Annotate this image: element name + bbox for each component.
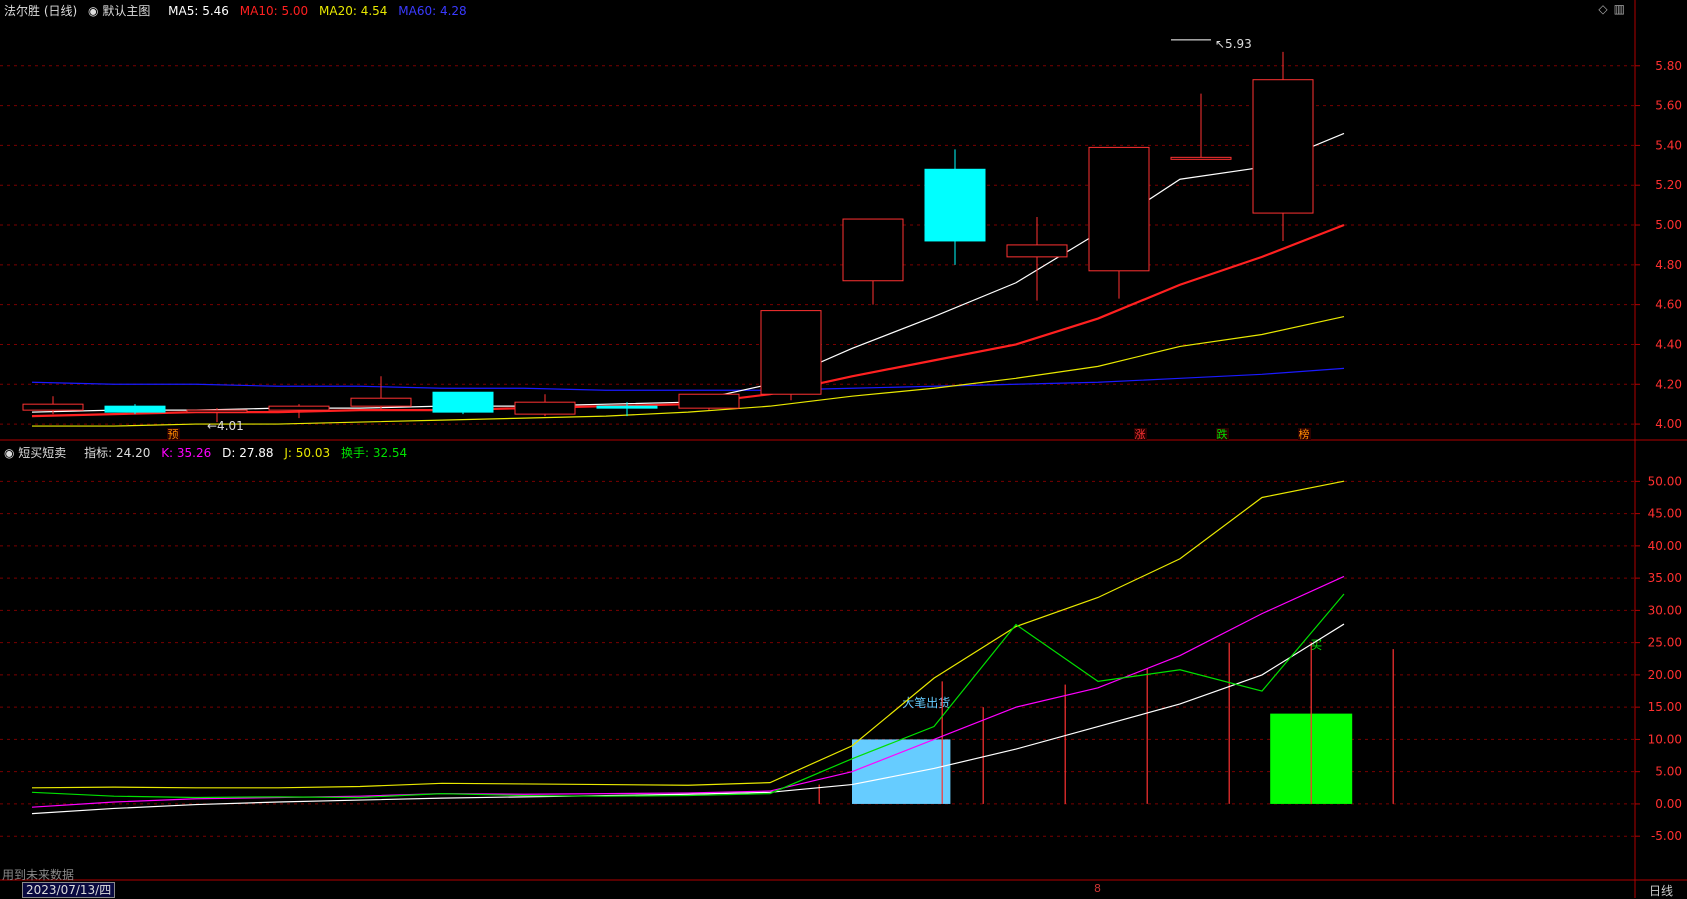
candle-body-up: [514, 401, 576, 415]
price-y-tick-label: 4.00: [1655, 417, 1682, 431]
candle: [1006, 217, 1068, 301]
diamond-icon[interactable]: ◇: [1598, 2, 1607, 16]
candle-body-up: [678, 393, 740, 409]
indicator-y-tick-label: 15.00: [1648, 700, 1682, 714]
candle-body-down: [596, 405, 658, 409]
price-y-tick-label: 5.20: [1655, 178, 1682, 192]
future-data-note: 用到未来数据: [2, 868, 75, 882]
k-value: K: 35.26: [161, 446, 212, 460]
candle-body-up: [268, 405, 330, 411]
candle-body-up: [842, 218, 904, 282]
annotation-label: ↖5.93: [1215, 37, 1252, 51]
candle-body-up: [1170, 156, 1232, 160]
price-y-tick-label: 4.80: [1655, 258, 1682, 272]
candle-body-up: [350, 397, 412, 407]
signal-bar-label: 买: [1310, 638, 1322, 652]
signal-marker: 涨: [1135, 428, 1146, 441]
turnover-value: 换手: 32.54: [340, 446, 408, 460]
candle-body-up: [22, 403, 84, 411]
indicator-y-tick-label: 25.00: [1648, 636, 1682, 650]
annotation-label: ←4.01: [207, 419, 244, 433]
candle: [350, 376, 412, 411]
ma5-value: MA5: 5.46: [168, 4, 229, 18]
signal-marker: 跌: [1217, 427, 1228, 441]
indicator-name: 短买短卖: [18, 446, 67, 460]
ma60-value: MA60: 4.28: [398, 4, 467, 18]
indicator-y-tick-label: 30.00: [1648, 603, 1682, 617]
price-y-tick-label: 5.40: [1655, 138, 1682, 152]
stock-title[interactable]: 法尔胜 (日线): [4, 4, 77, 18]
signal-bar: [852, 739, 951, 804]
candle: [432, 391, 494, 415]
candle: [514, 394, 576, 417]
candle: [842, 218, 904, 305]
candle: [1252, 51, 1314, 241]
indicator-y-tick-label: 45.00: [1648, 507, 1682, 521]
signal-marker: 榜: [1299, 427, 1310, 441]
indicator-y-tick-label: 50.00: [1648, 474, 1682, 488]
indicator-y-tick-label: 10.00: [1648, 732, 1682, 746]
indicator-header: ◉ 短买短卖 指标: 24.20 K: 35.26 D: 27.88 J: 50…: [4, 444, 414, 461]
indicator-y-tick-label: 5.00: [1655, 765, 1682, 779]
price-y-tick-label: 5.00: [1655, 218, 1682, 232]
candle-body-down: [432, 391, 494, 413]
template-label: 默认主图: [102, 4, 151, 18]
indicator-y-tick-label: 0.00: [1655, 797, 1682, 811]
candle: [1088, 146, 1150, 299]
price-y-tick-label: 5.80: [1655, 59, 1682, 73]
candle: [104, 404, 166, 415]
signal-marker: 预: [168, 428, 179, 441]
price-annotation: ←4.01: [207, 419, 244, 433]
ma20-value: MA20: 4.54: [319, 4, 388, 18]
template-dropdown[interactable]: ◉ 默认主图: [88, 4, 157, 18]
indicator-dropdown[interactable]: ◉ 短买短卖: [4, 446, 73, 460]
signal-bar-label: 大笔出货: [902, 695, 950, 710]
ma60-line: [31, 367, 1345, 391]
candle: [924, 149, 986, 265]
j-value: J: 50.03: [284, 446, 331, 460]
period-tab[interactable]: 日线: [1649, 882, 1673, 899]
price-y-tick-label: 4.20: [1655, 377, 1682, 391]
ma10-value: MA10: 5.00: [239, 4, 309, 18]
candle: [1170, 93, 1232, 160]
d-value: D: 27.88: [222, 446, 274, 460]
window-controls: ◇ ▥: [1592, 2, 1625, 16]
indicator-y-tick-label: -5.00: [1651, 829, 1682, 843]
candle: [760, 310, 822, 401]
panel-toggle-icon[interactable]: ▥: [1614, 2, 1625, 16]
indicator-value: 指标: 24.20: [84, 446, 151, 460]
indicator-y-tick-label: 40.00: [1648, 539, 1682, 553]
indicator-y-tick-label: 20.00: [1648, 668, 1682, 682]
candle-body-down: [104, 405, 166, 413]
price-annotation: ↖5.93: [1171, 37, 1252, 51]
x-axis-marker: 8: [1094, 882, 1101, 895]
price-y-tick-label: 4.60: [1655, 298, 1682, 312]
candle-body-up: [1088, 146, 1150, 272]
price-y-tick-label: 5.60: [1655, 99, 1682, 113]
candle-body-up: [760, 310, 822, 395]
candle: [678, 393, 740, 411]
candle-body-up: [1006, 244, 1068, 258]
price-y-tick-label: 4.40: [1655, 337, 1682, 351]
main-chart-header: 法尔胜 (日线) ◉ 默认主图 MA5: 5.46 MA10: 5.00 MA2…: [4, 2, 474, 19]
candle-body-up: [186, 409, 248, 413]
candle-body-down: [924, 168, 986, 242]
cursor-date: 2023/07/13/四: [22, 882, 116, 898]
indicator-y-tick-label: 35.00: [1648, 571, 1682, 585]
candle-body-up: [1252, 79, 1314, 214]
